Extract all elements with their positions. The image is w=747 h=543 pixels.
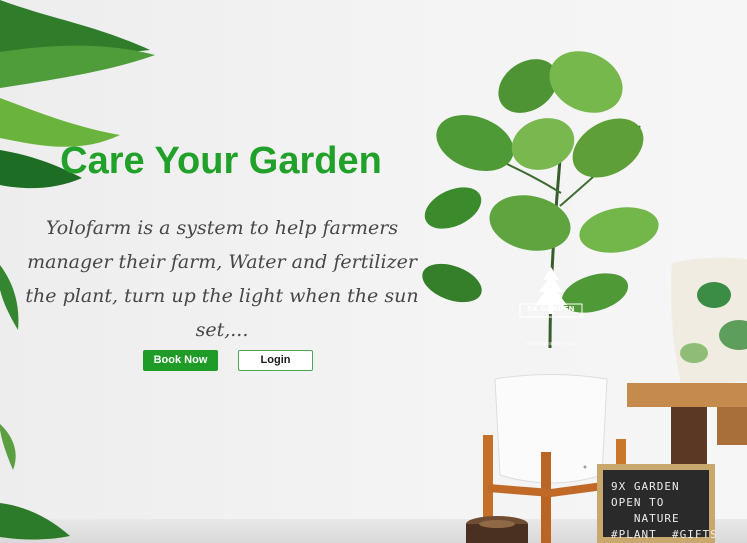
logo-website: www.9xgarden.com (526, 341, 576, 347)
login-button[interactable]: Login (238, 350, 313, 371)
tree-logo-icon (519, 267, 583, 318)
hero-description: Yolofarm is a system to help farmers man… (25, 217, 419, 341)
letter-board: 9X GARDEN OPEN TO NATURE #PLANT #GIFTS (597, 464, 717, 543)
hero-section: 9X GARDEN OPEN TO NATURE #PLANT #GIFTS 9… (0, 0, 747, 543)
logo-name: 9X GARDEN (527, 305, 575, 313)
leaf-print-cushion (671, 257, 747, 385)
book-now-button[interactable]: Book Now (143, 350, 218, 371)
hero-title: Care Your Garden (60, 140, 382, 182)
wood-stump (466, 516, 528, 543)
garden-logo: 9X GARDEN www.9xgarden.com (516, 262, 586, 354)
